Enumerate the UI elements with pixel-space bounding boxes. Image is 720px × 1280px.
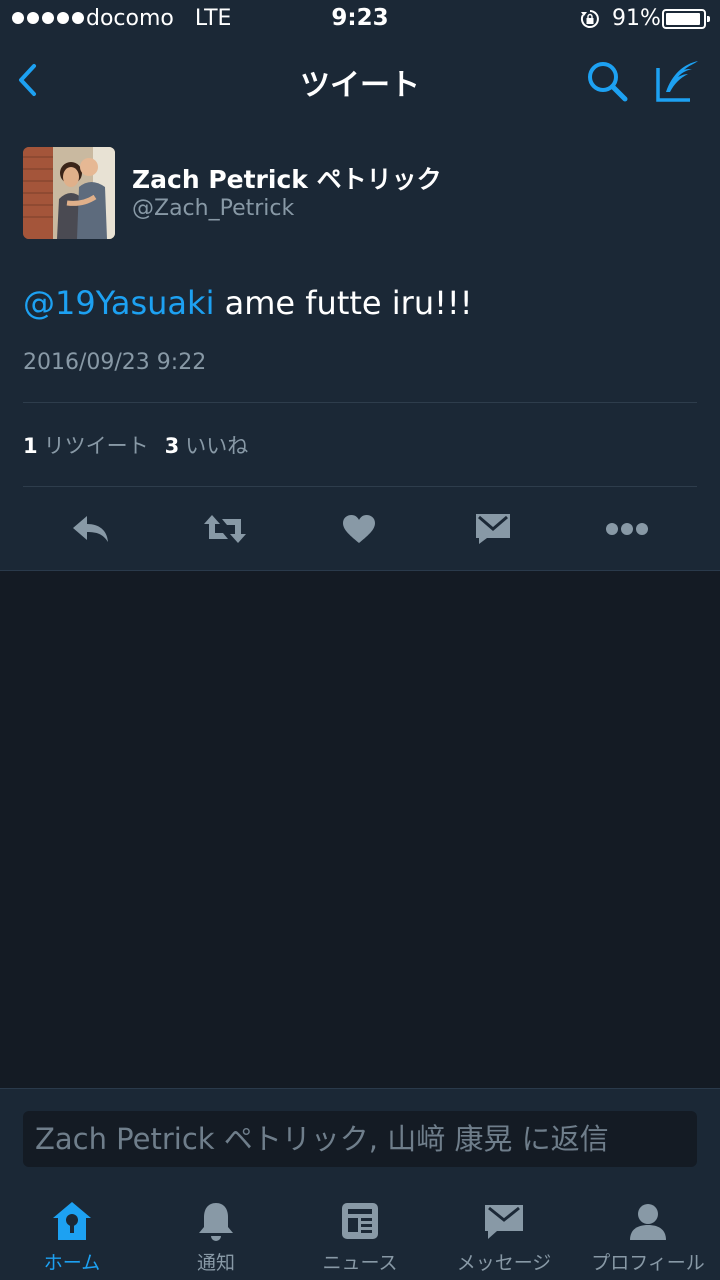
profile-icon [630,1204,666,1240]
retweet-icon [204,515,246,543]
retweet-stat[interactable]: 1 リツイート [23,430,149,460]
like-label: いいね [185,434,249,458]
author-name[interactable]: Zach Petrick ペトリック [132,160,442,196]
reply-bar [0,1088,720,1190]
retweet-count: 1 [23,434,38,458]
heart-icon [343,515,375,543]
battery-percent: 91% [612,6,661,31]
top-bar: docomo LTE 9:23 91% ツイート [0,0,720,124]
news-icon [342,1203,378,1239]
tab-news-label: ニュース [322,1252,398,1274]
rotation-lock-icon [580,10,599,28]
battery-icon [662,9,710,29]
like-stat[interactable]: 3 いいね [165,430,249,460]
tab-notifications-label: 通知 [196,1252,235,1274]
like-button[interactable] [334,504,384,554]
author-handle[interactable]: @Zach_Petrick [132,196,294,221]
status-bar: docomo LTE 9:23 91% [0,0,720,40]
compose-tweet-icon[interactable] [654,58,700,104]
tab-profile-label: プロフィール [591,1252,705,1274]
mention-link[interactable]: @19Yasuaki [23,284,214,322]
message-icon [485,1205,523,1239]
tweet-actions [0,504,720,554]
empty-content-area [0,572,720,1088]
tab-messages[interactable]: メッセージ [432,1190,576,1280]
direct-message-button[interactable] [468,504,518,554]
search-icon[interactable] [584,58,630,104]
divider [23,402,697,403]
tweet-timestamp: 2016/09/23 9:22 [23,350,207,375]
retweet-label: リツイート [43,434,149,458]
reply-input[interactable] [23,1111,697,1167]
tab-home-label: ホーム [43,1252,101,1274]
more-options-button[interactable] [602,504,652,554]
tab-messages-label: メッセージ [456,1252,552,1274]
tweet-text: @19Yasuaki ame futte iru!!! [23,284,473,322]
like-count: 3 [164,434,180,458]
tab-bar: ホーム 通知 ニュース メッセージ プロフィール [0,1190,720,1280]
tab-notifications[interactable]: 通知 [144,1190,288,1280]
tweet-detail: Zach Petrick ペトリック @Zach_Petrick @19Yasu… [0,124,720,571]
reply-icon [73,516,108,542]
home-icon [53,1202,91,1240]
envelope-icon [476,514,510,544]
tab-profile[interactable]: プロフィール [576,1190,720,1280]
avatar-photo [23,147,115,239]
divider [23,486,697,487]
back-chevron-icon[interactable] [12,58,44,102]
tweet-stats: 1 リツイート 3 いいね [23,430,248,460]
more-dots-icon [606,523,648,535]
tweet-body: ame futte iru!!! [214,284,473,322]
author-avatar[interactable] [23,147,115,239]
retweet-button[interactable] [200,504,250,554]
tab-news[interactable]: ニュース [288,1190,432,1280]
bell-icon [199,1203,233,1241]
tab-home[interactable]: ホーム [0,1190,144,1280]
reply-button[interactable] [66,504,116,554]
